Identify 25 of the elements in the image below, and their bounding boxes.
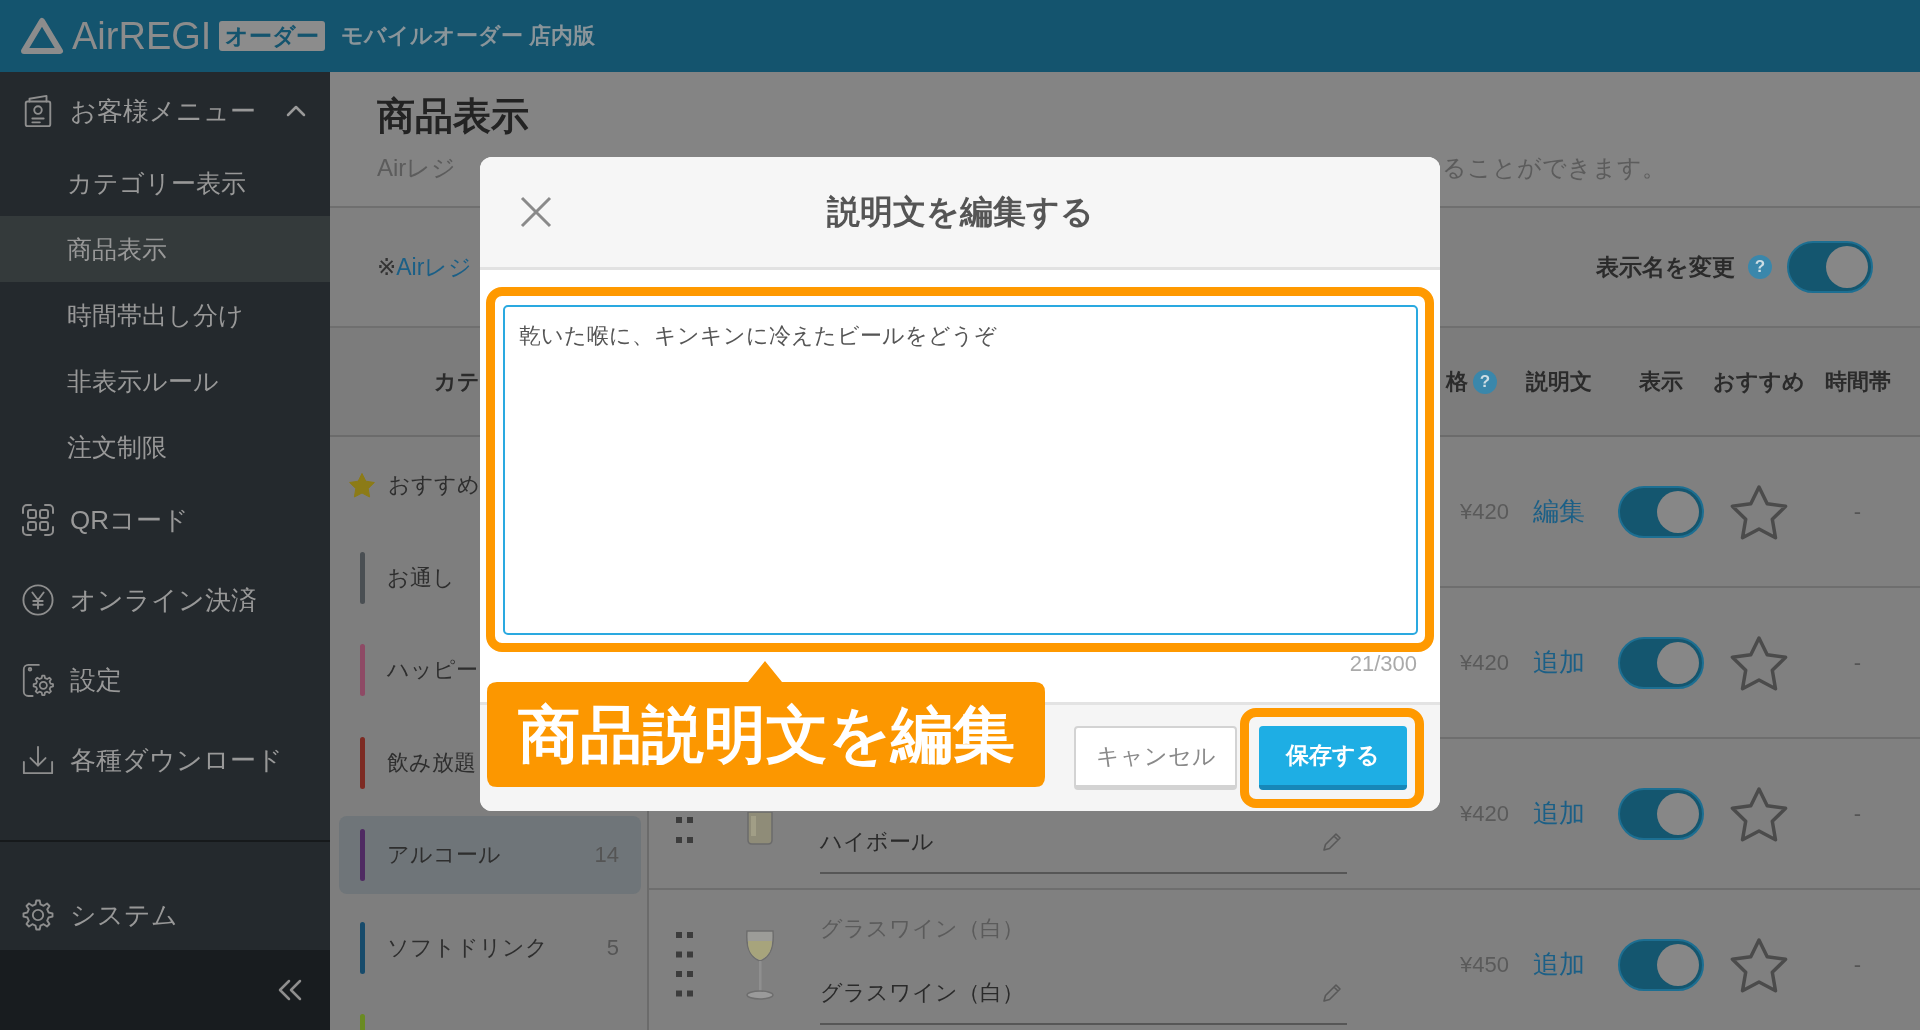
- column-header: 表示: [1638, 367, 1683, 396]
- category-name: 飲み放題: [387, 748, 476, 777]
- column-header: おすすめ: [1712, 367, 1805, 396]
- column-header: 時間帯: [1824, 367, 1891, 396]
- category-name: アルコール: [387, 841, 501, 869]
- app-subtitle: モバイルオーダー 店内版: [341, 22, 596, 50]
- note-mark: ※: [377, 253, 397, 281]
- column-header: 説明文: [1526, 367, 1592, 396]
- column-header: 格: [1446, 367, 1468, 396]
- logo-badge: オーダー: [219, 21, 326, 51]
- display-name-label: 表示名を変更: [1596, 252, 1735, 282]
- dialog-title: 説明文を編集する: [826, 191, 1094, 232]
- time-slot-text: -: [1853, 800, 1862, 827]
- category-name: ソフトドリンク: [387, 933, 548, 962]
- time-slot-text: -: [1853, 951, 1862, 978]
- logo-text: AirREGI: [72, 14, 212, 58]
- category-name: お通し: [387, 563, 455, 592]
- category-name: ハッピー: [387, 656, 478, 684]
- column-header: カテ: [434, 367, 480, 396]
- time-slot-text: -: [1853, 649, 1862, 676]
- time-slot-text: -: [1853, 498, 1862, 525]
- annotation-callout: 商品説明文を編集: [487, 661, 1045, 787]
- page-title: 商品表示: [377, 94, 529, 139]
- character-counter: 21/300: [1349, 652, 1417, 676]
- category-name: おすすめ: [388, 471, 480, 499]
